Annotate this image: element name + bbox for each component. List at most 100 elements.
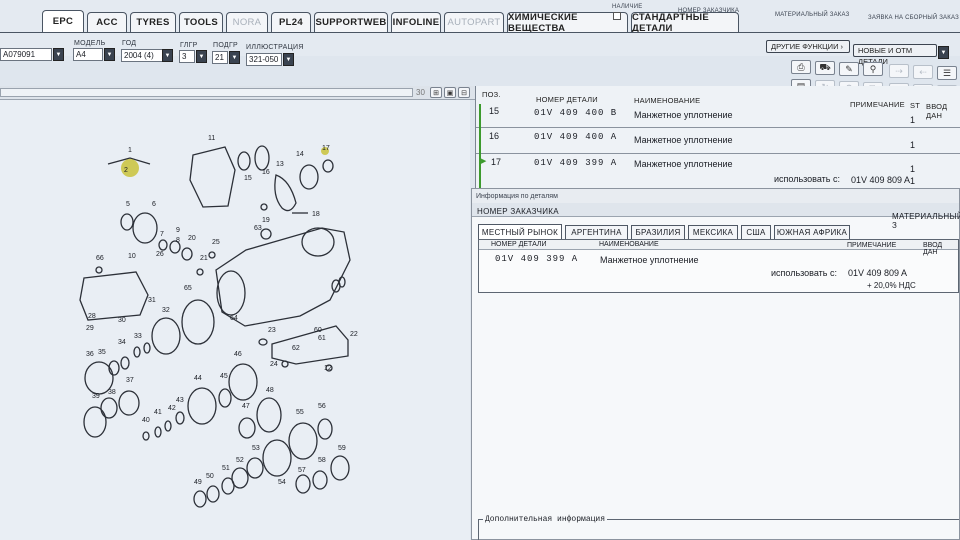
- new-parts-dropdown-icon[interactable]: ▼: [938, 46, 949, 59]
- tab-tyres[interactable]: TYRES: [130, 12, 176, 32]
- callout-37[interactable]: 37: [126, 377, 134, 384]
- tab-usa[interactable]: США: [741, 225, 771, 239]
- callout-51[interactable]: 51: [222, 465, 230, 472]
- table-row[interactable]: 16 01V 409 400 A Манжетное уплотнение 1: [476, 128, 960, 154]
- year-dropdown-icon[interactable]: ▼: [162, 49, 173, 62]
- print-icon[interactable]: ⎙: [791, 60, 811, 74]
- callout-10[interactable]: 10: [128, 253, 136, 260]
- callout-5[interactable]: 5: [126, 201, 130, 208]
- callout-16[interactable]: 16: [262, 169, 270, 176]
- wrench-icon[interactable]: ✎: [839, 62, 859, 76]
- tab-tools[interactable]: TOOLS: [179, 12, 223, 32]
- callout-61[interactable]: 61: [318, 335, 326, 342]
- callout-66[interactable]: 66: [96, 255, 104, 262]
- callout-18[interactable]: 18: [312, 211, 320, 218]
- model-dropdown-icon[interactable]: ▼: [104, 48, 115, 61]
- tab-brazil[interactable]: БРАЗИЛИЯ: [631, 225, 685, 239]
- callout-24[interactable]: 24: [270, 361, 278, 368]
- callout-14[interactable]: 14: [296, 151, 304, 158]
- callout-8[interactable]: 8: [176, 237, 180, 244]
- search-binoculars-icon[interactable]: ⚲: [863, 62, 883, 76]
- main-group-dropdown-icon[interactable]: ▼: [196, 50, 207, 63]
- callout-46[interactable]: 46: [234, 351, 242, 358]
- callout-56[interactable]: 56: [318, 403, 326, 410]
- main-group-field[interactable]: 3: [179, 50, 195, 63]
- callout-19[interactable]: 19: [262, 217, 270, 224]
- callout-29[interactable]: 29: [86, 325, 94, 332]
- callout-39[interactable]: 39: [92, 393, 100, 400]
- callout-43[interactable]: 43: [176, 397, 184, 404]
- callout-32[interactable]: 32: [162, 307, 170, 314]
- tab-nora[interactable]: NORA: [226, 12, 268, 32]
- callout-22[interactable]: 22: [350, 331, 358, 338]
- callout-60[interactable]: 60: [314, 327, 322, 334]
- callout-11[interactable]: 11: [208, 135, 215, 142]
- tab-infoline[interactable]: INFOLINE: [391, 12, 441, 32]
- tab-autopart[interactable]: AUTOPART: [444, 12, 504, 32]
- tab-local-market[interactable]: МЕСТНЫЙ РЫНОК: [478, 224, 562, 239]
- tab-acc[interactable]: ACC: [87, 12, 127, 32]
- exploded-view-diagram[interactable]: 1 2 6 11 14 15 16 13 17 19 18 5 7 8 9 10 12 20 21 22 23 24 25 2…: [0, 100, 470, 540]
- tab-pl24[interactable]: PL24: [271, 12, 311, 32]
- callout-13[interactable]: 13: [276, 161, 284, 168]
- sub-group-field[interactable]: 21: [212, 51, 228, 64]
- table-row[interactable]: 15 01V 409 400 B Манжетное уплотнение 1: [476, 104, 960, 128]
- callout-50[interactable]: 50: [206, 473, 214, 480]
- zoom-out-icon[interactable]: ⊟: [458, 87, 470, 98]
- tab-chemicals[interactable]: ХИМИЧЕСКИЕ ВЕЩЕСТВА: [507, 12, 628, 34]
- new-parts-dropdown[interactable]: НОВЫЕ И ОТМ ДЕТАЛИ: [853, 44, 937, 66]
- callout-25[interactable]: 25: [212, 239, 220, 246]
- callout-9[interactable]: 9: [176, 227, 180, 234]
- callout-17[interactable]: 17: [322, 145, 330, 152]
- callout-55[interactable]: 55: [296, 409, 304, 416]
- callout-44[interactable]: 44: [194, 375, 202, 382]
- zoom-slider[interactable]: [0, 88, 413, 97]
- callout-31[interactable]: 31: [148, 297, 156, 304]
- callout-63[interactable]: 63: [254, 225, 262, 232]
- illustration-dropdown-icon[interactable]: ▼: [283, 53, 294, 66]
- tab-mexico[interactable]: МЕКСИКА: [688, 225, 738, 239]
- tab-standard-parts[interactable]: СТАНДАРТНЫЕ ДЕТАЛИ: [631, 12, 739, 34]
- cart-add-icon[interactable]: ⇢: [889, 64, 909, 78]
- callout-20[interactable]: 20: [188, 235, 196, 242]
- callout-65[interactable]: 65: [184, 285, 192, 292]
- car-icon[interactable]: ⛟: [815, 61, 835, 75]
- callout-38[interactable]: 38: [108, 389, 116, 396]
- callout-64[interactable]: 64: [230, 315, 238, 322]
- cart-remove-icon[interactable]: ⇠: [913, 65, 933, 79]
- callout-48[interactable]: 48: [266, 387, 274, 394]
- callout-49[interactable]: 49: [194, 479, 202, 486]
- callout-40[interactable]: 40: [142, 417, 150, 424]
- callout-6[interactable]: 6: [152, 201, 156, 208]
- callout-57[interactable]: 57: [298, 467, 306, 474]
- callout-53[interactable]: 53: [252, 445, 260, 452]
- callout-23[interactable]: 23: [268, 327, 276, 334]
- other-functions-button[interactable]: ДРУГИЕ ФУНКЦИИ ›: [766, 40, 850, 53]
- callout-35[interactable]: 35: [98, 349, 106, 356]
- list-icon[interactable]: ☰: [937, 66, 957, 80]
- tab-south-africa[interactable]: ЮЖНАЯ АФРИКА: [774, 225, 850, 239]
- callout-47[interactable]: 47: [242, 403, 250, 410]
- callout-54[interactable]: 54: [278, 479, 286, 486]
- callout-26[interactable]: 26: [156, 251, 164, 258]
- callout-58[interactable]: 58: [318, 457, 326, 464]
- callout-59[interactable]: 59: [338, 445, 346, 452]
- callout-12[interactable]: 12: [324, 365, 332, 372]
- callout-42[interactable]: 42: [168, 405, 176, 412]
- callout-2[interactable]: 2: [124, 167, 128, 174]
- callout-34[interactable]: 34: [118, 339, 126, 346]
- callout-1[interactable]: 1: [128, 147, 132, 154]
- callout-36[interactable]: 36: [86, 351, 94, 358]
- callout-33[interactable]: 33: [134, 333, 142, 340]
- callout-7[interactable]: 7: [160, 231, 164, 238]
- illustration-field[interactable]: 321-050: [246, 53, 282, 66]
- callout-21[interactable]: 21: [200, 255, 208, 262]
- vin-field[interactable]: A079091: [0, 48, 52, 61]
- callout-41[interactable]: 41: [154, 409, 162, 416]
- sub-group-dropdown-icon[interactable]: ▼: [229, 51, 240, 64]
- tab-argentina[interactable]: АРГЕНТИНА: [565, 225, 628, 239]
- callout-52[interactable]: 52: [236, 457, 244, 464]
- model-field[interactable]: A4: [73, 48, 103, 61]
- callout-62[interactable]: 62: [292, 345, 300, 352]
- availability-checkbox[interactable]: [613, 12, 621, 20]
